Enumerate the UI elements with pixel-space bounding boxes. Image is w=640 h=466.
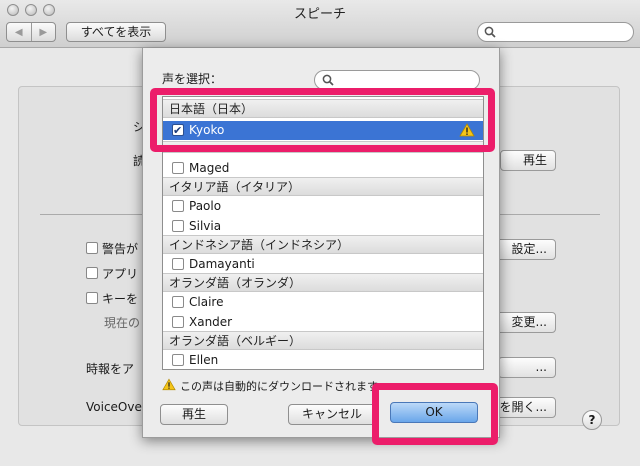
key-checkbox-label: キーを [102, 292, 139, 306]
voice-item-damayanti[interactable]: Damayanti [163, 255, 483, 274]
window-titlebar: スピーチ ◀ ▶ すべてを表示 [0, 0, 640, 48]
voice-checkbox[interactable] [172, 162, 184, 174]
voice-name: Xander [189, 315, 233, 329]
voice-checkbox[interactable] [172, 200, 184, 212]
voice-name: Silvia [189, 219, 222, 233]
list-header: イタリア語（イタリア） [163, 177, 483, 196]
cancel-button[interactable]: キャンセル [288, 404, 376, 425]
voice-item-paolo[interactable]: Paolo [163, 197, 483, 216]
voice-checkbox[interactable] [172, 296, 184, 308]
search-icon [484, 26, 496, 38]
voiceover-label: VoiceOver [86, 400, 147, 414]
nav-back-forward: ◀ ▶ [6, 22, 56, 42]
warning-icon [162, 378, 176, 391]
list-header: インドネシア語（インドネシア） [163, 235, 483, 254]
voice-search-field[interactable] [314, 70, 480, 90]
voice-item-xander[interactable]: Xander [163, 313, 483, 332]
ok-highlight-box [372, 383, 498, 445]
voice-name: Paolo [189, 199, 222, 213]
list-header: オランダ語（オランダ） [163, 273, 483, 292]
window-title: スピーチ [293, 7, 346, 22]
window-search-field[interactable] [477, 22, 634, 42]
help-button[interactable]: ? [582, 410, 602, 430]
voice-name: Ellen [189, 353, 219, 367]
warning-checkbox[interactable] [86, 242, 98, 254]
voice-checkbox[interactable] [172, 354, 184, 366]
forward-arrow-icon[interactable]: ▶ [30, 23, 56, 41]
app-checkbox-label: アプリ [102, 267, 139, 281]
voice-item-claire[interactable]: Claire [163, 293, 483, 312]
show-all-button[interactable]: すべてを表示 [66, 22, 166, 42]
voice-name: Maged [189, 161, 230, 175]
voice-checkbox[interactable] [172, 220, 184, 232]
kyoko-highlight-box [150, 88, 495, 152]
voice-checkbox[interactable] [172, 316, 184, 328]
voice-checkbox[interactable] [172, 258, 184, 270]
clock-announce-label: 時報をア [86, 362, 135, 376]
voice-item-silvia[interactable]: Silvia [163, 217, 483, 236]
key-checkbox[interactable] [86, 292, 98, 304]
voice-item-maged[interactable]: Maged [163, 159, 483, 178]
voice-select-label: 声を選択： [162, 72, 223, 86]
voice-name: Claire [189, 295, 224, 309]
list-header: オランダ語（ベルギー） [163, 331, 483, 350]
voice-name: Damayanti [189, 257, 255, 271]
back-arrow-icon[interactable]: ◀ [7, 23, 31, 41]
warning-checkbox-label: 警告が [102, 242, 139, 256]
download-notice: この声は自動的にダウンロードされます [162, 378, 378, 394]
clock-options-button[interactable]: ... [498, 357, 556, 378]
voice-item-ellen[interactable]: Ellen [163, 351, 483, 369]
play-button-bg[interactable]: 再生 [500, 150, 556, 171]
play-button[interactable]: 再生 [160, 404, 228, 425]
current-key-label: 現在の [104, 316, 141, 330]
search-icon [322, 74, 334, 86]
app-checkbox[interactable] [86, 267, 98, 279]
download-notice-text: この声は自動的にダウンロードされます [180, 380, 378, 393]
